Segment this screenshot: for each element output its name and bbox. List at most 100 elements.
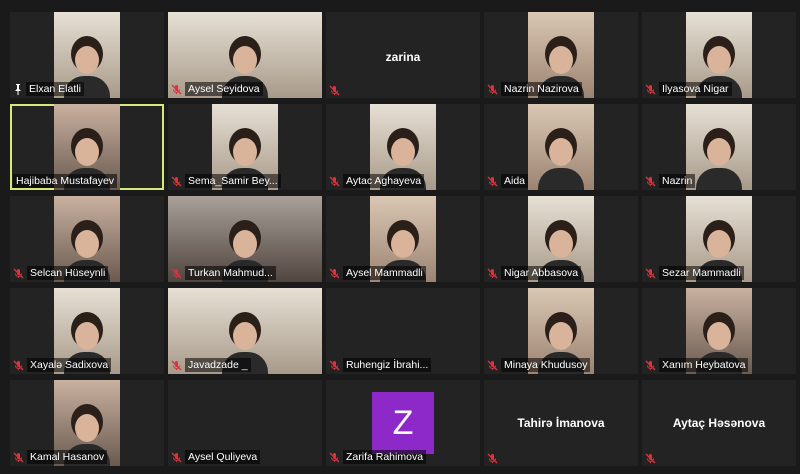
participant-label: Elxan Elatli [13, 82, 161, 96]
participant-tile[interactable]: Sema_Samir Bey... [168, 104, 322, 190]
participant-label: Sema_Samir Bey... [171, 174, 319, 188]
muted-mic-icon [13, 268, 24, 278]
participant-name: Sema_Samir Bey... [185, 174, 281, 188]
muted-mic-icon [329, 268, 340, 278]
participant-label: Minaya Khudusoy [487, 358, 635, 372]
participant-name: Elxan Elatli [26, 82, 84, 96]
participant-display-name: Tahirə İmanova [517, 416, 605, 430]
muted-mic-icon [487, 176, 498, 186]
muted-mic-icon [171, 268, 182, 278]
participant-label: Xanım Heybatova [645, 358, 793, 372]
muted-mic-icon [487, 360, 498, 370]
participant-label: Turkan Mahmud... [171, 266, 319, 280]
participant-tile[interactable]: Aytaç Həsənova [642, 380, 796, 466]
participant-name: Aida [501, 174, 529, 188]
participant-tile[interactable]: Tahirə İmanova [484, 380, 638, 466]
participant-avatar: Z [372, 392, 434, 454]
muted-mic-icon [645, 84, 656, 94]
participant-label: Zarifa Rahimova [329, 450, 477, 464]
muted-mic-icon [487, 268, 498, 278]
participant-name: Xayalə Sadixova [27, 358, 112, 372]
participant-tile[interactable]: Aysel Quliyeva [168, 380, 322, 466]
muted-mic-icon [645, 360, 656, 370]
participant-tile[interactable]: Javadzade _ [168, 288, 322, 374]
participant-name: Minaya Khudusoy [501, 358, 591, 372]
participant-label: Sezar Mammadli [645, 266, 793, 280]
muted-mic-icon [171, 84, 182, 94]
participant-name: Ruhengiz İbrahi... [343, 358, 432, 372]
participant-name: Aysel Mammadli [343, 266, 426, 280]
participant-display-name: zarina [385, 50, 421, 64]
participant-name: Nigar Abbasova [501, 266, 582, 280]
participant-name: Turkan Mahmud... [185, 266, 276, 280]
muted-mic-icon [171, 452, 182, 462]
participant-name: Javadzade _ [185, 358, 251, 372]
participant-tile[interactable]: Minaya Khudusoy [484, 288, 638, 374]
participant-tile[interactable]: Ruhengiz İbrahi... [326, 288, 480, 374]
participant-name: Nazrin Nazirova [501, 82, 582, 96]
participant-name: Ilyasova Nigar [659, 82, 732, 96]
participant-name: Nazrin [659, 174, 696, 188]
participant-label: Aysel Mammadli [329, 266, 477, 280]
participant-label [487, 453, 635, 464]
participant-tile[interactable]: Nigar Abbasova [484, 196, 638, 282]
participant-label: Aida [487, 174, 635, 188]
participant-name: Selcan Hüseynli [27, 266, 109, 280]
participant-label [645, 453, 793, 464]
participant-name: Xanım Heybatova [659, 358, 749, 372]
participant-tile[interactable]: Nazrin [642, 104, 796, 190]
participant-name: Aysel Quliyeva [185, 450, 261, 464]
participant-tile[interactable]: Nazrin Nazirova [484, 12, 638, 98]
participant-name: Zarifa Rahimova [343, 450, 427, 464]
participant-name: Aytac Aghayeva [343, 174, 425, 188]
muted-mic-icon [645, 453, 656, 464]
participant-tile[interactable]: Xayalə Sadixova [10, 288, 164, 374]
muted-mic-icon [171, 360, 182, 370]
participant-name: Sezar Mammadli [659, 266, 744, 280]
participant-name: Kamal Hasanov [27, 450, 108, 464]
muted-mic-icon [329, 452, 340, 462]
muted-mic-icon [645, 268, 656, 278]
participant-display-name: Aytaç Həsənova [672, 416, 766, 430]
muted-mic-icon [13, 360, 24, 370]
participant-name: Hajibaba Mustafayev [13, 174, 118, 188]
participant-tile[interactable]: Ilyasova Nigar [642, 12, 796, 98]
muted-mic-icon [487, 84, 498, 94]
participant-name: Aysel Seyidova [185, 82, 263, 96]
participant-label: Nazrin [645, 174, 793, 188]
participant-tile[interactable]: Turkan Mahmud... [168, 196, 322, 282]
pin-icon [15, 83, 21, 95]
participant-label: Nigar Abbasova [487, 266, 635, 280]
participant-tile[interactable]: Elxan Elatli [10, 12, 164, 98]
muted-mic-icon [13, 452, 24, 462]
participant-tile[interactable]: Xanım Heybatova [642, 288, 796, 374]
gallery-view: Elxan Elatli Aysel Seyidova zarina Nazri… [0, 0, 800, 474]
participant-label: Hajibaba Mustafayev [13, 174, 161, 188]
participant-tile-active-speaker[interactable]: Hajibaba Mustafayev [10, 104, 164, 190]
muted-mic-icon [487, 453, 498, 464]
participant-tile[interactable]: Sezar Mammadli [642, 196, 796, 282]
participant-tile[interactable]: Selcan Hüseynli [10, 196, 164, 282]
muted-mic-icon [171, 176, 182, 186]
participant-label: Javadzade _ [171, 358, 319, 372]
participant-label: Ruhengiz İbrahi... [329, 358, 477, 372]
muted-mic-icon [329, 360, 340, 370]
participant-label: Nazrin Nazirova [487, 82, 635, 96]
participant-label: Selcan Hüseynli [13, 266, 161, 280]
participant-label: Aysel Seyidova [171, 82, 319, 96]
participant-tile[interactable]: Aytac Aghayeva [326, 104, 480, 190]
participant-tile[interactable]: Kamal Hasanov [10, 380, 164, 466]
participant-tile[interactable]: Aida [484, 104, 638, 190]
participant-tile[interactable]: zarina [326, 12, 480, 98]
participant-label: Aysel Quliyeva [171, 450, 319, 464]
muted-mic-icon [329, 176, 340, 186]
participant-tile[interactable]: Z Zarifa Rahimova [326, 380, 480, 466]
participant-label: Kamal Hasanov [13, 450, 161, 464]
participant-label: Ilyasova Nigar [645, 82, 793, 96]
participant-tile[interactable]: Aysel Seyidova [168, 12, 322, 98]
participant-label: Aytac Aghayeva [329, 174, 477, 188]
participant-tile[interactable]: Aysel Mammadli [326, 196, 480, 282]
muted-mic-icon [645, 176, 656, 186]
muted-mic-icon [329, 85, 340, 96]
participant-label [329, 85, 477, 96]
